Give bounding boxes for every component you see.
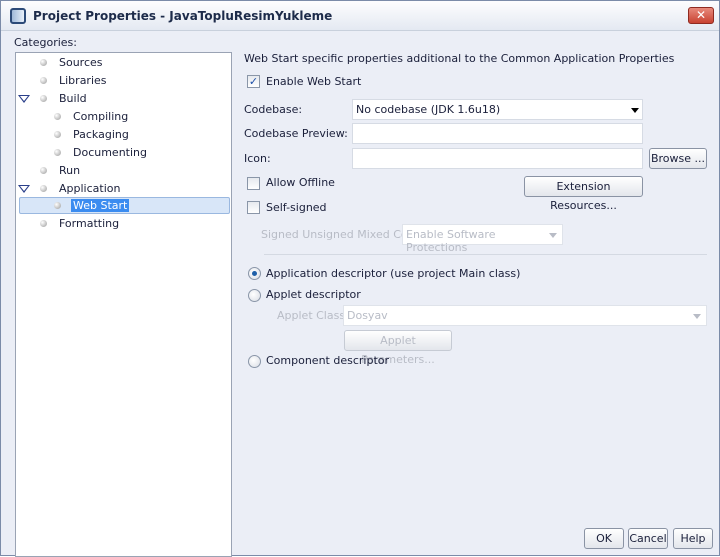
project-properties-dialog: Project Properties - JavaTopluResimYukle… bbox=[0, 0, 720, 557]
categories-tree[interactable]: Sources Libraries Build Compiling Packag… bbox=[15, 52, 232, 557]
mixed-code-label: Signed Unsigned Mixed Code: bbox=[261, 228, 426, 241]
tree-label: Sources bbox=[59, 56, 103, 69]
tree-label: Application bbox=[59, 182, 121, 195]
node-icon bbox=[40, 95, 47, 102]
codebase-select[interactable]: No codebase (JDK 1.6u18) bbox=[352, 99, 643, 120]
tree-item-application[interactable]: Application bbox=[40, 180, 120, 198]
tree-item-compiling[interactable]: Compiling bbox=[54, 108, 128, 126]
codebase-label: Codebase: bbox=[244, 103, 303, 116]
extension-resources-button[interactable]: Extension Resources... bbox=[524, 176, 643, 212]
chevron-down-icon bbox=[693, 314, 701, 319]
tree-item-sources[interactable]: Sources bbox=[40, 54, 103, 72]
tree-item-run[interactable]: Run bbox=[40, 162, 80, 180]
node-icon bbox=[54, 113, 61, 120]
tree-label: Documenting bbox=[73, 146, 147, 159]
node-icon bbox=[40, 185, 47, 192]
applet-parameters-button[interactable]: Applet Parameters... bbox=[344, 330, 452, 366]
tree-label: Run bbox=[59, 164, 81, 177]
applet-class-select[interactable]: Dosyav bbox=[343, 305, 707, 326]
codebase-preview-label: Codebase Preview: bbox=[244, 127, 348, 140]
self-signed-checkbox[interactable] bbox=[247, 201, 260, 214]
component-descriptor-label: Component descriptor bbox=[266, 354, 390, 367]
node-icon bbox=[40, 167, 47, 174]
application-descriptor-label: Application descriptor (use project Main… bbox=[266, 267, 521, 280]
tree-label: Build bbox=[59, 92, 87, 105]
browse-button[interactable]: Browse ... bbox=[649, 148, 707, 169]
applet-class-label: Applet Class: bbox=[277, 309, 349, 322]
codebase-value: No codebase (JDK 1.6u18) bbox=[356, 103, 501, 116]
tree-item-packaging[interactable]: Packaging bbox=[54, 126, 129, 144]
mixed-code-select[interactable]: Enable Software Protections bbox=[402, 224, 563, 254]
ok-button[interactable]: OK bbox=[584, 528, 624, 549]
codebase-preview-field[interactable] bbox=[352, 123, 643, 144]
node-icon bbox=[40, 220, 47, 227]
tree-item-libraries[interactable]: Libraries bbox=[40, 72, 107, 90]
tree-item-documenting[interactable]: Documenting bbox=[54, 144, 147, 162]
application-descriptor-radio[interactable] bbox=[248, 267, 261, 280]
self-signed-label: Self-signed bbox=[266, 201, 327, 214]
expand-triangle-icon[interactable] bbox=[18, 185, 30, 193]
node-icon bbox=[40, 77, 47, 84]
allow-offline-checkbox[interactable] bbox=[247, 177, 260, 190]
categories-label: Categories: bbox=[14, 36, 77, 49]
expand-triangle-icon[interactable] bbox=[18, 95, 30, 103]
panel-description: Web Start specific properties additional… bbox=[244, 52, 675, 65]
icon-field[interactable] bbox=[352, 148, 643, 169]
node-icon bbox=[54, 149, 61, 156]
chevron-down-icon bbox=[549, 233, 557, 238]
component-descriptor-radio[interactable] bbox=[248, 355, 261, 368]
tree-item-formatting[interactable]: Formatting bbox=[40, 215, 119, 233]
tree-label: Packaging bbox=[73, 128, 129, 141]
tree-label: Compiling bbox=[73, 110, 129, 123]
applet-descriptor-label: Applet descriptor bbox=[266, 288, 361, 301]
applet-descriptor-radio[interactable] bbox=[248, 289, 261, 302]
tree-item-build[interactable]: Build bbox=[40, 90, 87, 108]
title-bar: Project Properties - JavaTopluResimYukle… bbox=[1, 1, 719, 31]
enable-web-start-checkbox[interactable]: ✓ bbox=[247, 75, 260, 88]
tree-label: Formatting bbox=[59, 217, 120, 230]
node-icon bbox=[54, 131, 61, 138]
tree-item-web-start[interactable]: Web Start bbox=[54, 197, 130, 215]
cancel-button[interactable]: Cancel bbox=[628, 528, 668, 549]
separator bbox=[264, 254, 707, 255]
icon-label: Icon: bbox=[244, 152, 271, 165]
tree-label: Web Start bbox=[71, 199, 130, 212]
netbeans-project-icon bbox=[10, 8, 26, 24]
node-icon bbox=[40, 59, 47, 66]
chevron-down-icon bbox=[631, 108, 639, 113]
mixed-code-value: Enable Software Protections bbox=[406, 228, 496, 254]
close-button[interactable]: ✕ bbox=[688, 7, 714, 24]
dialog-title: Project Properties - JavaTopluResimYukle… bbox=[33, 9, 333, 23]
allow-offline-label: Allow Offline bbox=[266, 176, 335, 189]
enable-web-start-label: Enable Web Start bbox=[266, 75, 362, 88]
tree-label: Libraries bbox=[59, 74, 107, 87]
node-icon bbox=[54, 202, 61, 209]
applet-class-value: Dosyav bbox=[347, 309, 388, 322]
help-button[interactable]: Help bbox=[673, 528, 713, 549]
